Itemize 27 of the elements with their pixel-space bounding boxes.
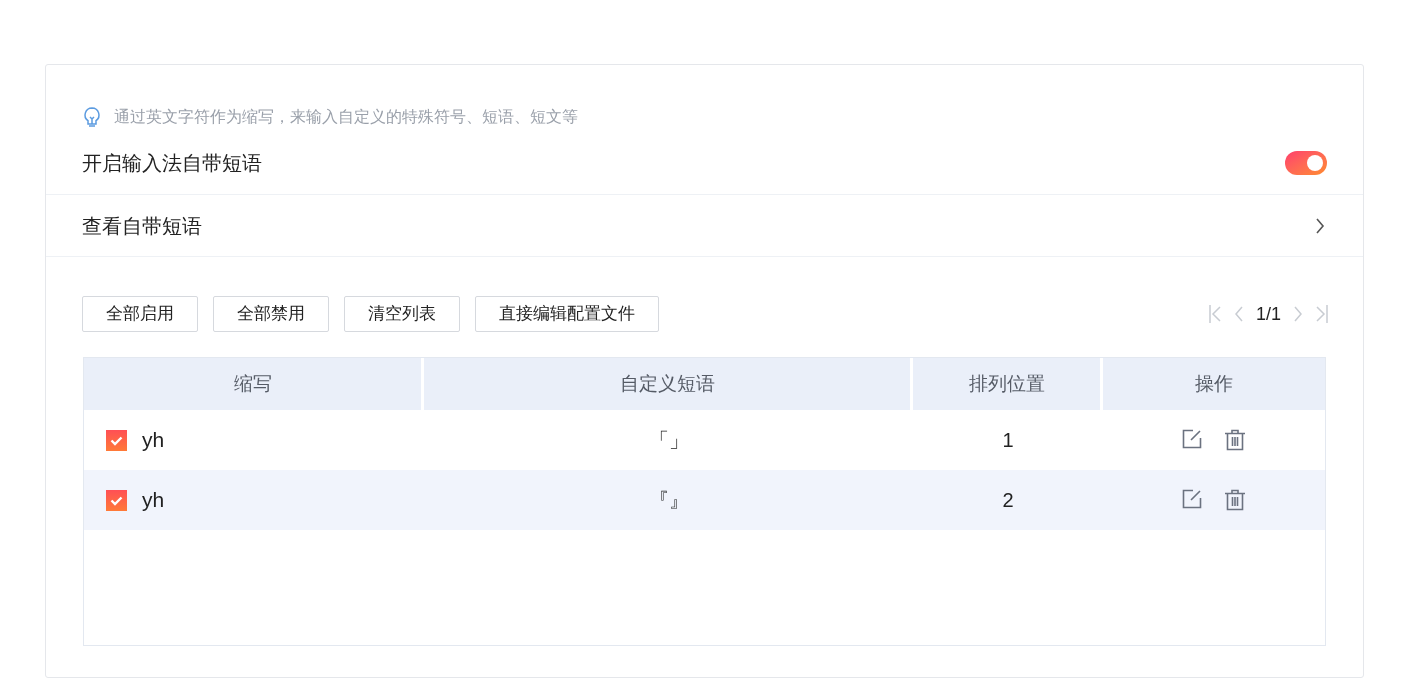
delete-icon[interactable] bbox=[1224, 489, 1246, 511]
lightbulb-icon bbox=[82, 106, 102, 128]
page-indicator: 1/1 bbox=[1255, 302, 1281, 326]
chevron-right-icon[interactable] bbox=[1315, 216, 1325, 235]
checkbox[interactable] bbox=[106, 429, 127, 451]
phrase-cell-text: 『』 bbox=[648, 488, 689, 513]
toolbar-button[interactable]: 清空列表 bbox=[344, 296, 460, 332]
column-header: 缩写 bbox=[84, 358, 424, 410]
toolbar-button[interactable]: 全部启用 bbox=[82, 296, 198, 332]
toolbar-button[interactable]: 全部禁用 bbox=[213, 296, 329, 332]
delete-icon[interactable] bbox=[1224, 429, 1246, 451]
edit-icon[interactable] bbox=[1182, 429, 1202, 449]
phrase-cell-text: 「」 bbox=[648, 428, 689, 453]
column-header: 自定义短语 bbox=[424, 358, 913, 410]
column-header: 排列位置 bbox=[913, 358, 1103, 410]
position-cell-text: 2 bbox=[1002, 488, 1014, 513]
column-header: 操作 bbox=[1103, 358, 1325, 410]
checkbox[interactable] bbox=[106, 489, 127, 511]
hint-text: 通过英文字符作为缩写，来输入自定义的特殊符号、短语、短文等 bbox=[114, 107, 578, 127]
setting-label: 查看自带短语 bbox=[82, 213, 202, 239]
toggle-switch[interactable] bbox=[1285, 150, 1327, 175]
edit-icon[interactable] bbox=[1182, 489, 1202, 509]
abbreviation-cell-text: yh bbox=[142, 427, 165, 454]
toolbar-button[interactable]: 直接编辑配置文件 bbox=[475, 296, 659, 332]
position-cell-text: 1 bbox=[1002, 428, 1014, 453]
abbreviation-cell-text: yh bbox=[142, 487, 165, 514]
setting-label: 开启输入法自带短语 bbox=[82, 150, 262, 176]
